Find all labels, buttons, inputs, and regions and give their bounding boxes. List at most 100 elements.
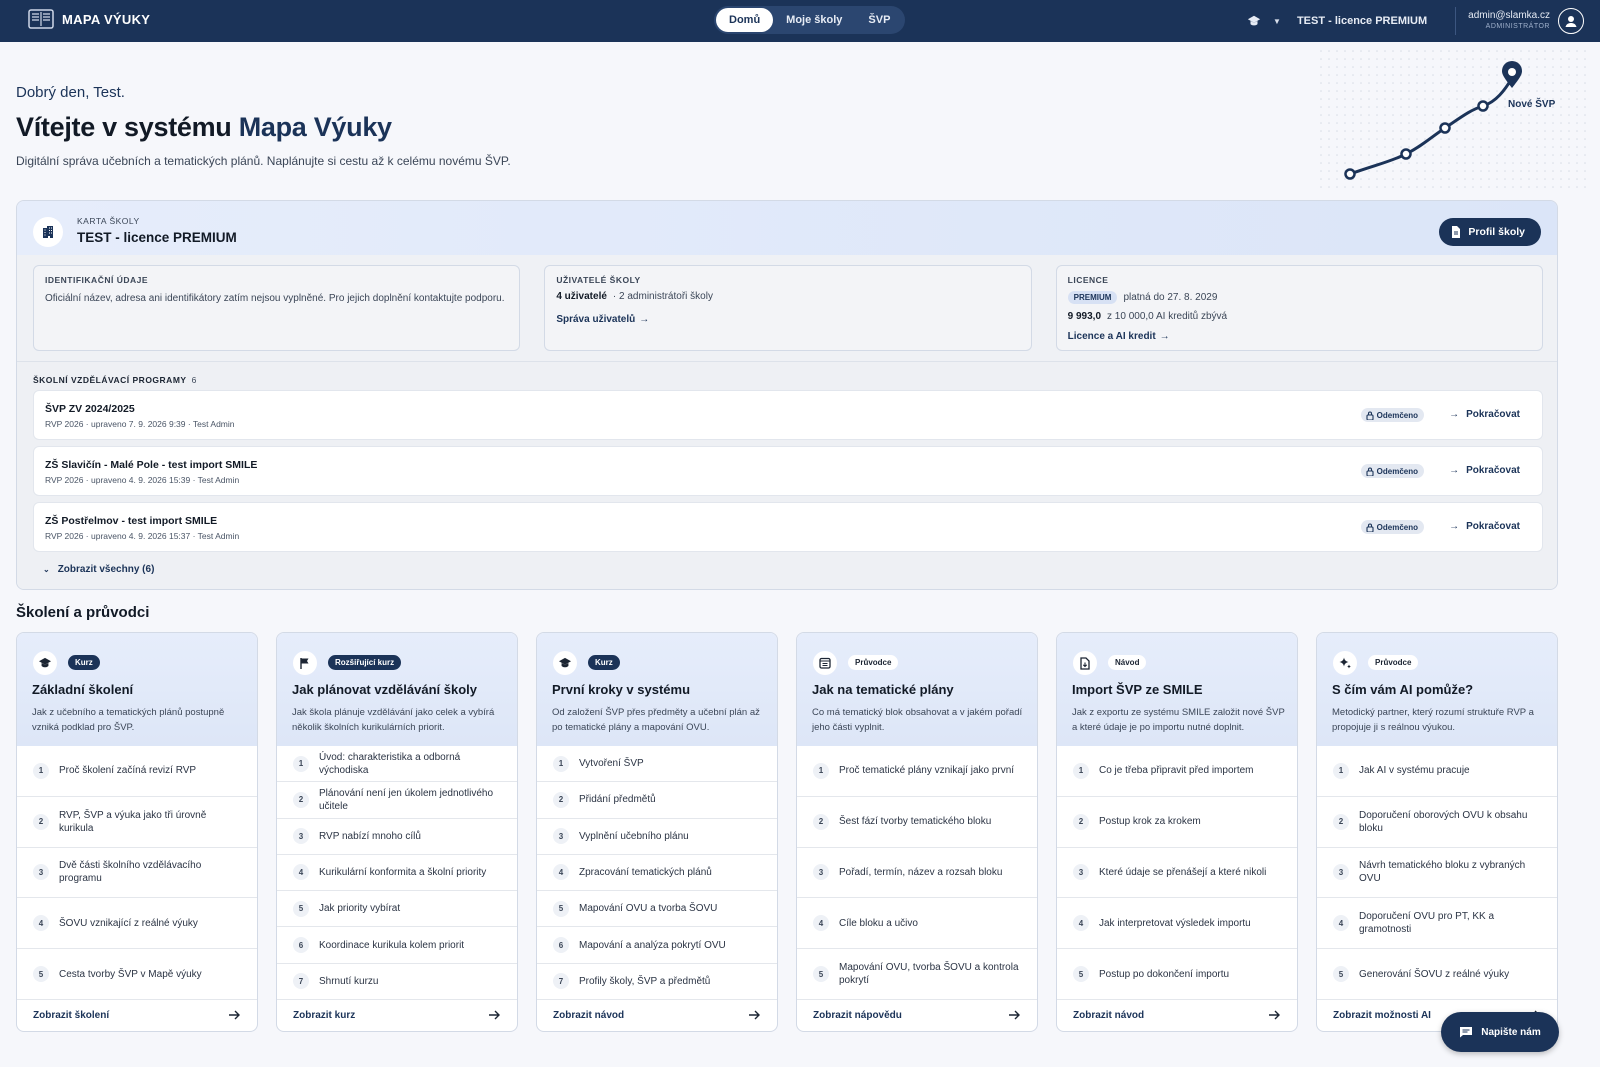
show-all-svp-button[interactable]: ⌄ Zobrazit všechny (6) bbox=[43, 564, 154, 575]
lesson-item[interactable]: 6 Mapování a analýza pokrytí OVU bbox=[537, 927, 777, 964]
lesson-item[interactable]: 5 Mapování OVU a tvorba ŠOVU bbox=[537, 891, 777, 928]
roadmap-graphic bbox=[1320, 50, 1590, 190]
users-summary: 4 uživatelé · 2 administrátoři školy bbox=[556, 291, 1019, 302]
training-card-title: Jak plánovat vzdělávání školy bbox=[292, 682, 477, 697]
graduation-cap-icon[interactable] bbox=[1247, 14, 1261, 28]
lesson-item[interactable]: 3 Návrh tematického bloku z vybraných OV… bbox=[1317, 848, 1557, 899]
lesson-item[interactable]: 4 Doporučení OVU pro PT, KK a gramotnost… bbox=[1317, 898, 1557, 950]
chat-button[interactable]: Napište nám bbox=[1441, 1012, 1559, 1052]
training-card-footer-link[interactable]: Zobrazit návod bbox=[1057, 999, 1297, 1031]
lesson-number: 1 bbox=[33, 762, 49, 779]
lesson-label: Úvod: charakteristika a odborná východis… bbox=[319, 751, 461, 776]
svp-title: ZŠ Slavičín - Malé Pole - test import SM… bbox=[45, 459, 258, 471]
lesson-label: Pořadí, termín, název a rozsah bloku bbox=[839, 866, 1003, 878]
training-card-footer-link[interactable]: Zobrazit návod bbox=[537, 999, 777, 1031]
lock-open-icon bbox=[1366, 467, 1374, 476]
lesson-item[interactable]: 4 Jak interpretovat výsledek importu bbox=[1057, 898, 1297, 950]
lesson-item[interactable]: 1 Proč tematické plány vznikají jako prv… bbox=[797, 746, 1037, 797]
lesson-label: Jak priority vybírat bbox=[319, 903, 401, 915]
svp-meta: RVP 2026 · upraveno 4. 9. 2026 15:37 · T… bbox=[45, 531, 240, 541]
lesson-item[interactable]: 4 ŠOVU vznikající z reálné výuky bbox=[17, 898, 257, 950]
lesson-item[interactable]: 2 Plánování není jen úkolem jednotlivého… bbox=[277, 782, 517, 819]
school-card-header: KARTA ŠKOLY TEST - licence PREMIUM Profi… bbox=[17, 201, 1557, 255]
school-info-row: IDENTIFIKAČNÍ ÚDAJE Oficiální název, adr… bbox=[33, 265, 1543, 351]
lesson-number: 1 bbox=[1333, 762, 1349, 779]
training-card-footer-link[interactable]: Zobrazit školení bbox=[17, 999, 257, 1031]
avatar[interactable] bbox=[1558, 8, 1584, 34]
lesson-item[interactable]: 3 RVP nabízí mnoho cílů bbox=[277, 819, 517, 855]
training-card-footer-link[interactable]: Zobrazit nápovědu bbox=[797, 999, 1037, 1031]
school-card: KARTA ŠKOLY TEST - licence PREMIUM Profi… bbox=[16, 200, 1558, 590]
license-box: LICENCE PREMIUM platná do 27. 8. 2029 9 9… bbox=[1055, 265, 1543, 351]
training-card-footer-link[interactable]: Zobrazit kurz bbox=[277, 999, 517, 1031]
lesson-label: Mapování OVU a tvorba ŠOVU bbox=[579, 903, 718, 915]
license-link[interactable]: Licence a AI kredit → bbox=[1068, 331, 1170, 342]
user-info[interactable]: admin@slamka.cz ADMINISTRÁTOR bbox=[1468, 10, 1550, 32]
lesson-item[interactable]: 1 Jak AI v systému pracuje bbox=[1317, 746, 1557, 797]
lesson-number: 2 bbox=[1073, 813, 1089, 830]
graduation-cap-icon bbox=[33, 651, 57, 675]
chevron-down-icon: ⌄ bbox=[43, 565, 50, 574]
lock-open-icon bbox=[1366, 411, 1374, 420]
continue-button[interactable]: → Pokračovat bbox=[1449, 521, 1520, 532]
lesson-item[interactable]: 1 Úvod: charakteristika a odborná východ… bbox=[277, 746, 517, 783]
lesson-item[interactable]: 2 RVP, ŠVP a výuka jako tři úrovně kurik… bbox=[17, 797, 257, 848]
lesson-item[interactable]: 6 Koordinace kurikula kolem priorit bbox=[277, 927, 517, 964]
lesson-number: 4 bbox=[1073, 915, 1089, 932]
training-card-title: S čím vám AI pomůže? bbox=[1332, 682, 1474, 697]
lesson-list: 1 Vytvoření ŠVP 2 Přidání předmětů 3 Vyp… bbox=[537, 746, 777, 1000]
lesson-item[interactable]: 2 Šest fází tvorby tematického bloku bbox=[797, 797, 1037, 848]
lesson-item[interactable]: 3 Dvě části školního vzdělávacího progra… bbox=[17, 848, 257, 899]
lesson-item[interactable]: 5 Jak priority vybírat bbox=[277, 891, 517, 928]
lesson-label: Přidání předmětů bbox=[579, 794, 656, 806]
lesson-item[interactable]: 2 Přidání předmětů bbox=[537, 782, 777, 819]
ai-credits-remaining: 9 993,0 bbox=[1067, 311, 1102, 322]
lesson-item[interactable]: 7 Shrnutí kurzu bbox=[277, 964, 517, 1000]
brand[interactable]: MAPA VÝUKY bbox=[28, 9, 150, 29]
nav-svp[interactable]: ŠVP bbox=[855, 8, 903, 32]
sparkle-icon bbox=[1333, 651, 1357, 675]
training-card-title: První kroky v systému bbox=[552, 682, 691, 697]
lesson-item[interactable]: 4 Zpracování tematických plánů bbox=[537, 855, 777, 892]
svp-row[interactable]: ZŠ Slavičín - Malé Pole - test import SM… bbox=[33, 446, 1543, 496]
lesson-label: Vyplnění učebního plánu bbox=[579, 830, 689, 842]
lesson-number: 5 bbox=[813, 966, 829, 983]
lesson-item[interactable]: 1 Vytvoření ŠVP bbox=[537, 746, 777, 783]
page-title: Vítejte v systému Mapa Výuky bbox=[16, 112, 392, 143]
lesson-label: Kurikulární konformita a školní priority bbox=[319, 866, 487, 878]
lesson-item[interactable]: 5 Generování ŠOVU z reálné výuky bbox=[1317, 949, 1557, 1000]
top-bar: MAPA VÝUKY Domů Moje školy ŠVP ▼ TEST - … bbox=[0, 0, 1600, 42]
svp-row[interactable]: ŠVP ZV 2024/2025 RVP 2026 · upraveno 7. … bbox=[33, 390, 1543, 440]
lesson-item[interactable]: 7 Profily školy, ŠVP a předmětů bbox=[537, 964, 777, 1000]
school-profile-button[interactable]: Profil školy bbox=[1439, 218, 1541, 246]
nav-my-schools[interactable]: Moje školy bbox=[773, 8, 855, 32]
lesson-item[interactable]: 5 Postup po dokončení importu bbox=[1057, 949, 1297, 1000]
lesson-item[interactable]: 3 Pořadí, termín, název a rozsah bloku bbox=[797, 848, 1037, 899]
lesson-item[interactable]: 2 Postup krok za krokem bbox=[1057, 797, 1297, 848]
school-switch-caret-icon[interactable]: ▼ bbox=[1273, 17, 1281, 26]
lesson-item[interactable]: 4 Cíle bloku a učivo bbox=[797, 898, 1037, 950]
current-school[interactable]: TEST - licence PREMIUM bbox=[1297, 15, 1427, 27]
continue-button[interactable]: → Pokračovat bbox=[1449, 409, 1520, 420]
lesson-item[interactable]: 5 Mapování OVU, tvorba ŠOVU a kontrola p… bbox=[797, 949, 1037, 1000]
svp-row[interactable]: ZŠ Postřelmov - test import SMILE RVP 20… bbox=[33, 502, 1543, 552]
nav-home[interactable]: Domů bbox=[716, 8, 774, 32]
continue-button[interactable]: → Pokračovat bbox=[1449, 465, 1520, 476]
lesson-item[interactable]: 3 Vyplnění učebního plánu bbox=[537, 819, 777, 855]
user-email: admin@slamka.cz bbox=[1468, 10, 1550, 21]
lesson-item[interactable]: 5 Cesta tvorby ŠVP v Mapě výuky bbox=[17, 949, 257, 1000]
lesson-label: Které údaje se přenášejí a které nikoli bbox=[1099, 866, 1267, 878]
status-badge: Odemčeno bbox=[1360, 520, 1424, 534]
lesson-number: 5 bbox=[1333, 966, 1349, 983]
training-card-description: Jak z učebního a tematických plánů postu… bbox=[32, 707, 225, 733]
lesson-item[interactable]: 2 Doporučení oborových OVU k obsahu blok… bbox=[1317, 797, 1557, 848]
lesson-item[interactable]: 4 Kurikulární konformita a školní priori… bbox=[277, 855, 517, 892]
lesson-item[interactable]: 1 Co je třeba připravit před importem bbox=[1057, 746, 1297, 797]
lesson-item[interactable]: 3 Které údaje se přenášejí a které nikol… bbox=[1057, 848, 1297, 899]
roadmap-goal-label: Nové ŠVP bbox=[1508, 99, 1556, 110]
manage-users-link[interactable]: Správa uživatelů → bbox=[556, 314, 649, 325]
lesson-label: Zpracování tematických plánů bbox=[579, 866, 712, 878]
status-text: Odemčeno bbox=[1376, 466, 1418, 476]
lesson-item[interactable]: 1 Proč školení začíná revizí RVP bbox=[17, 746, 257, 797]
training-card-description: Metodický partner, který rozumí struktuř… bbox=[1332, 707, 1534, 733]
